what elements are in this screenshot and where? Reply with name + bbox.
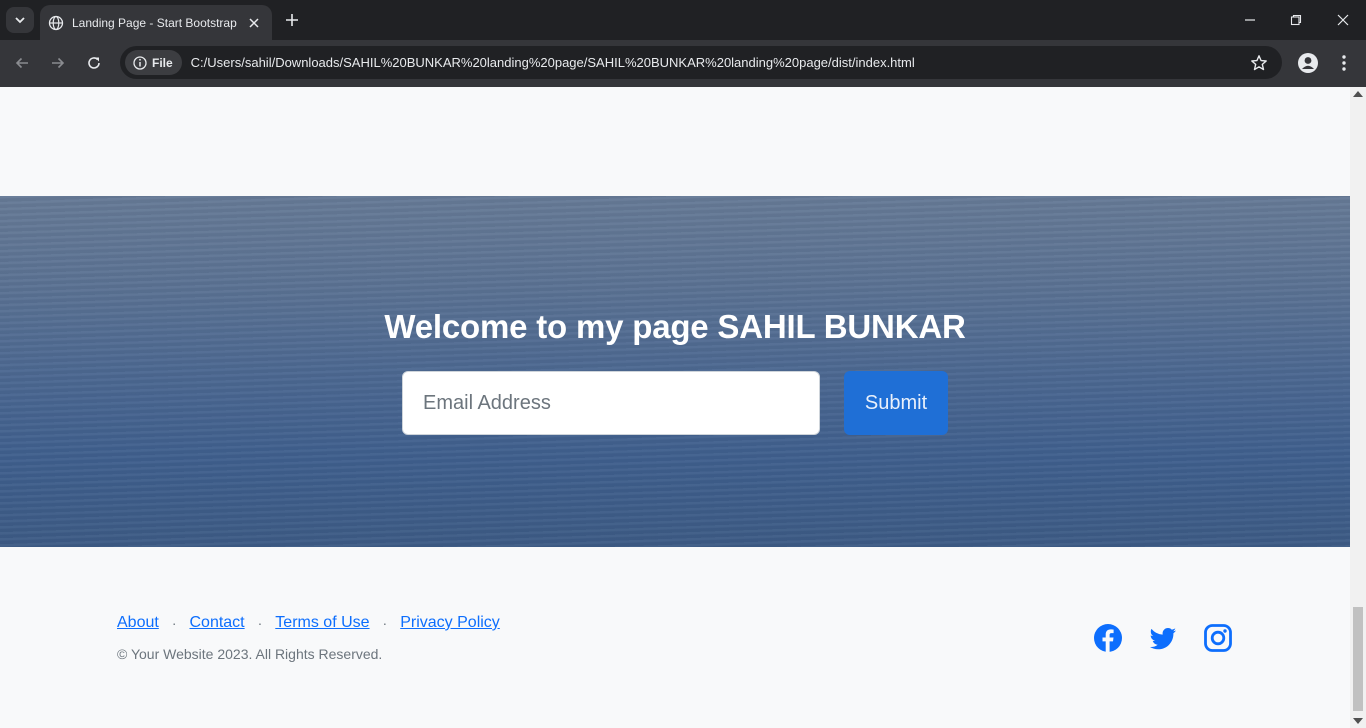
facebook-icon[interactable] <box>1093 623 1123 653</box>
submit-button[interactable]: Submit <box>844 371 948 435</box>
forward-icon[interactable] <box>44 50 72 76</box>
scroll-up-arrow-icon[interactable] <box>1353 91 1363 97</box>
footer-separator: · <box>257 615 263 631</box>
page-viewport: Welcome to my page SAHIL BUNKAR Submit A… <box>0 87 1350 728</box>
twitter-icon[interactable] <box>1148 623 1178 653</box>
footer-links: About · Contact · Terms of Use · Privacy… <box>117 614 500 632</box>
close-window-icon[interactable] <box>1320 0 1366 40</box>
browser-tab[interactable]: Landing Page - Start Bootstrap <box>40 5 272 40</box>
site-chip-label: File <box>152 55 173 70</box>
tab-strip: Landing Page - Start Bootstrap <box>0 0 1366 40</box>
address-bar[interactable]: File C:/Users/sahil/Downloads/SAHIL%20BU… <box>120 46 1282 79</box>
back-icon[interactable] <box>8 50 36 76</box>
footer-separator: · <box>171 615 177 631</box>
email-input[interactable] <box>402 371 820 435</box>
reload-icon[interactable] <box>80 50 108 76</box>
info-icon <box>133 55 147 70</box>
footer-link-terms[interactable]: Terms of Use <box>275 614 369 632</box>
chevron-down-icon <box>15 17 25 24</box>
url-text[interactable]: C:/Users/sahil/Downloads/SAHIL%20BUNKAR%… <box>191 55 915 70</box>
profile-icon[interactable] <box>1296 51 1320 75</box>
plus-icon[interactable] <box>282 10 302 30</box>
footer-separator: · <box>382 615 388 631</box>
scroll-thumb[interactable] <box>1353 607 1363 711</box>
call-to-action-section: Welcome to my page SAHIL BUNKAR Submit <box>0 196 1350 547</box>
tab-title: Landing Page - Start Bootstrap <box>72 15 237 30</box>
cta-heading: Welcome to my page SAHIL BUNKAR <box>384 308 966 345</box>
close-icon[interactable] <box>246 15 262 31</box>
menu-icon[interactable] <box>1332 51 1356 75</box>
site-info-chip[interactable]: File <box>125 50 182 75</box>
instagram-icon[interactable] <box>1203 623 1233 653</box>
restore-icon[interactable] <box>1273 0 1319 40</box>
page-scrollbar[interactable] <box>1350 87 1366 728</box>
star-icon[interactable] <box>1250 54 1268 72</box>
globe-icon <box>48 15 64 31</box>
footer-link-contact[interactable]: Contact <box>189 614 244 632</box>
tab-search-button[interactable] <box>6 7 34 33</box>
footer-link-privacy[interactable]: Privacy Policy <box>400 614 500 632</box>
footer-link-about[interactable]: About <box>117 614 159 632</box>
copyright-text: © Your Website 2023. All Rights Reserved… <box>117 646 383 662</box>
minimize-icon[interactable] <box>1227 0 1273 40</box>
scroll-down-arrow-icon[interactable] <box>1353 718 1363 724</box>
